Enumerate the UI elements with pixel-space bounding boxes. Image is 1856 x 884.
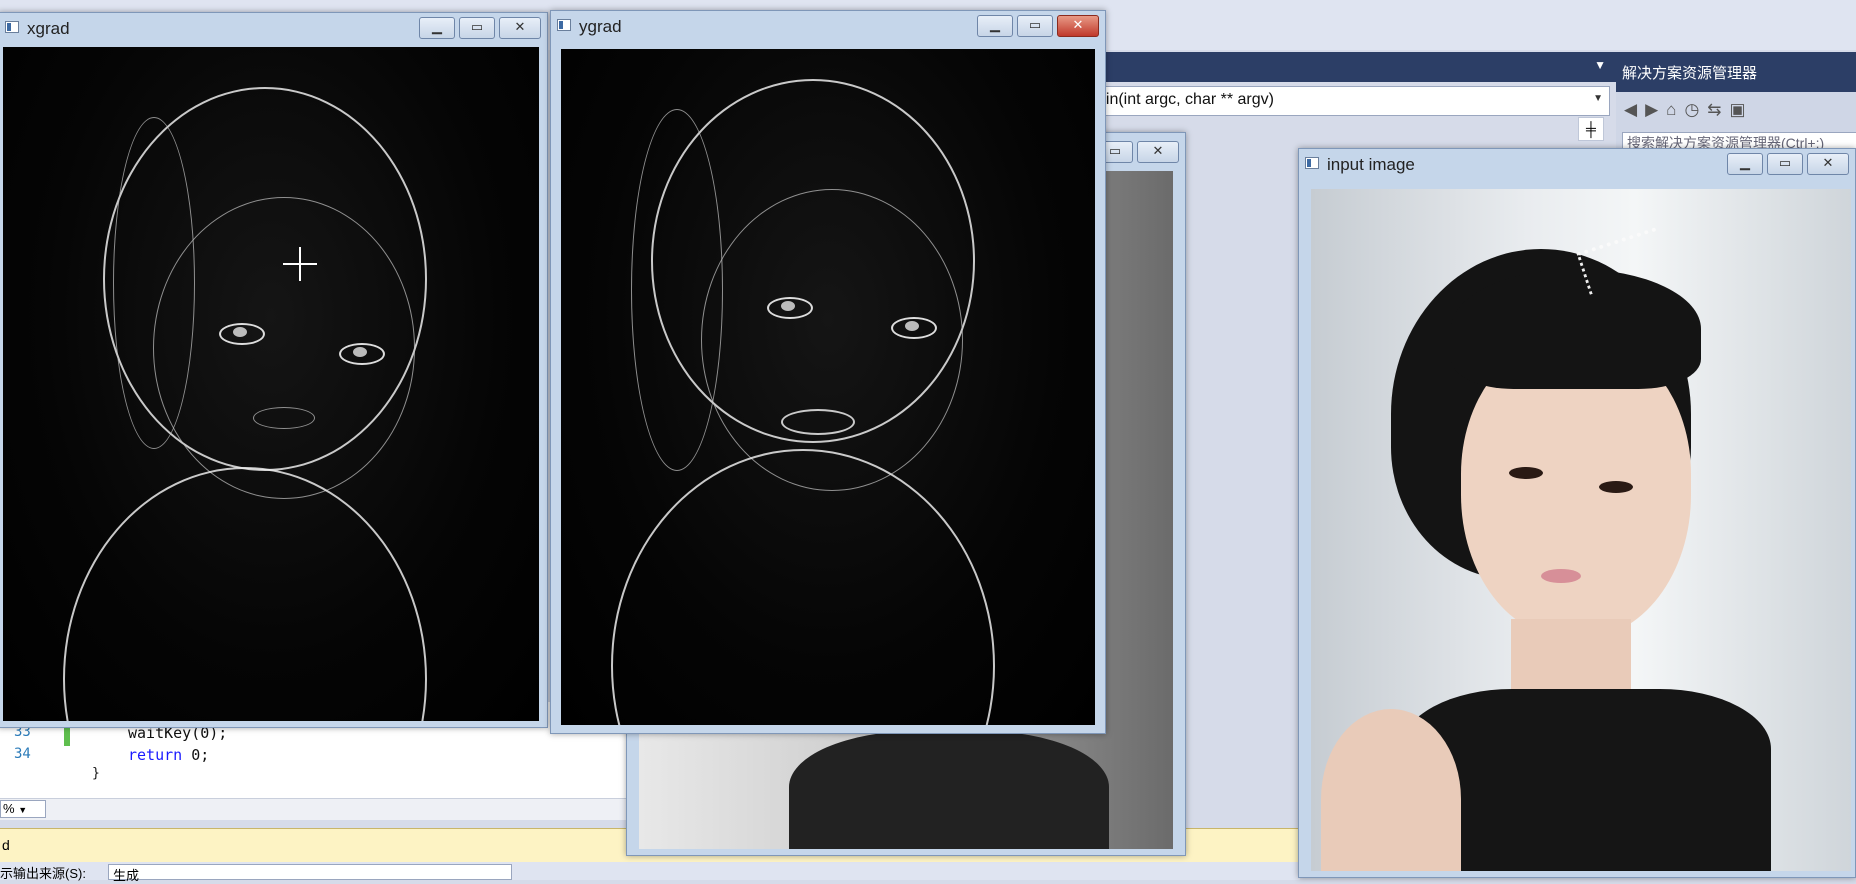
- output-source-select[interactable]: 生成: [108, 864, 512, 883]
- eye: [1509, 467, 1543, 479]
- edge-eye: [767, 297, 813, 319]
- edge-eye: [219, 323, 265, 345]
- eye: [1599, 481, 1633, 493]
- maximize-button[interactable]: ▭: [1767, 153, 1803, 175]
- input-photo: [1311, 189, 1851, 871]
- edge-eye: [339, 343, 385, 365]
- solution-explorer-title: 解决方案资源管理器: [1616, 52, 1856, 92]
- xgrad-window[interactable]: xgrad ▁ ▭ ✕: [0, 12, 548, 728]
- solution-explorer-panel: 解决方案资源管理器 ◀▶⌂◷⇆▣ 搜索解决方案资源管理器(Ctrl+;): [1616, 52, 1856, 156]
- keyword: return: [128, 746, 183, 764]
- sync-icon[interactable]: ⇆: [1707, 100, 1729, 119]
- back-icon[interactable]: ◀: [1624, 100, 1645, 119]
- xgrad-image: [3, 47, 539, 721]
- tab-dropdown-icon[interactable]: ▼: [1594, 58, 1606, 72]
- close-button[interactable]: ✕: [499, 17, 541, 39]
- close-button[interactable]: ✕: [1057, 15, 1099, 37]
- editor-tab-band: ▼: [1090, 52, 1616, 82]
- history-icon[interactable]: ◷: [1684, 100, 1707, 119]
- window-icon: [1305, 157, 1319, 169]
- close-button[interactable]: ✕: [1807, 153, 1849, 175]
- maximize-button[interactable]: ▭: [1017, 15, 1053, 37]
- minimize-button[interactable]: ▁: [977, 15, 1013, 37]
- output-source-label: 示输出来源(S):: [0, 866, 86, 881]
- forward-icon[interactable]: ▶: [1645, 100, 1666, 119]
- function-signature: ain(int argc, char ** argv): [1097, 91, 1274, 108]
- title-bar[interactable]: xgrad ▁ ▭ ✕: [0, 13, 547, 43]
- window-icon: [557, 19, 571, 31]
- home-icon[interactable]: ⌂: [1666, 100, 1684, 119]
- split-editor-icon[interactable]: ╪: [1578, 117, 1604, 141]
- collapse-icon[interactable]: ▣: [1730, 100, 1754, 119]
- ygrad-window[interactable]: ygrad ▁ ▭ ✕: [550, 10, 1106, 734]
- window-title: xgrad: [27, 19, 70, 38]
- chevron-down-icon: ▼: [1593, 93, 1603, 104]
- window-title: input image: [1327, 155, 1415, 174]
- notification-text: d: [2, 837, 10, 853]
- window-icon: [5, 21, 19, 33]
- maximize-button[interactable]: ▭: [459, 17, 495, 39]
- input-image-window[interactable]: input image ▁ ▭ ✕: [1298, 148, 1856, 878]
- code-line: return 0;: [128, 746, 210, 764]
- window-title: ygrad: [579, 17, 622, 36]
- zoom-select[interactable]: % ▼: [0, 800, 46, 818]
- editor-status-bar: [0, 798, 640, 820]
- minimize-button[interactable]: ▁: [1727, 153, 1763, 175]
- title-bar[interactable]: ygrad ▁ ▭ ✕: [551, 11, 1105, 41]
- function-navigation-dropdown[interactable]: ain(int argc, char ** argv) ▼: [1090, 86, 1610, 116]
- ygrad-image: [561, 49, 1095, 725]
- title-bar[interactable]: input image ▁ ▭ ✕: [1299, 149, 1855, 179]
- edge-eye: [891, 317, 937, 339]
- minimize-button[interactable]: ▁: [419, 17, 455, 39]
- solution-explorer-toolbar: ◀▶⌂◷⇆▣: [1616, 96, 1856, 126]
- mouse-crosshair-icon: [283, 247, 317, 281]
- close-button[interactable]: ✕: [1137, 141, 1179, 163]
- line-number: 34: [14, 746, 31, 762]
- closing-brace: }: [92, 766, 100, 781]
- lips: [1541, 569, 1581, 583]
